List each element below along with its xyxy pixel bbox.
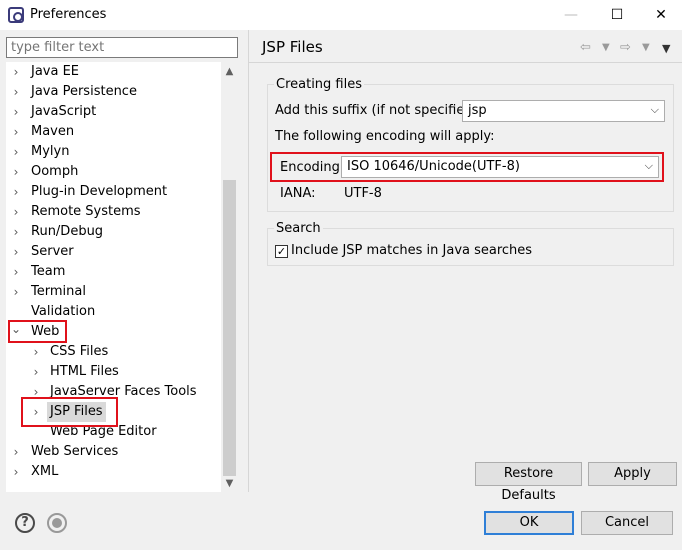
chevron-right-icon[interactable]: › (10, 82, 22, 102)
maximize-button[interactable]: ☐ (594, 0, 640, 30)
cancel-button[interactable]: Cancel (581, 511, 673, 535)
tree-item-label: Web Services (31, 444, 119, 459)
record-icon[interactable] (47, 513, 67, 533)
iana-label: IANA: (280, 186, 316, 201)
tree-item-label: Plug-in Development (31, 184, 168, 199)
chevron-right-icon[interactable]: › (10, 262, 22, 282)
tree-item-label: Mylyn (31, 144, 70, 159)
page-nav: ⇦ ▼ ⇨ ▼ ▼ (580, 40, 676, 56)
help-icon[interactable]: ? (15, 513, 35, 533)
tree-item-label: Remote Systems (31, 204, 141, 219)
forward-menu-icon[interactable]: ▼ (642, 42, 650, 53)
eclipse-app-icon (8, 7, 24, 23)
chevron-right-icon[interactable]: › (30, 362, 42, 382)
scroll-up-icon[interactable]: ▲ (221, 64, 238, 80)
filter-input[interactable] (6, 37, 238, 58)
view-menu-icon[interactable]: ▼ (662, 42, 670, 55)
chevron-down-icon: ⌵ (650, 103, 659, 116)
suffix-value: jsp (468, 103, 487, 118)
tree-item-label: Team (31, 264, 66, 279)
iana-value: UTF-8 (344, 186, 382, 201)
tree-item-label: Server (31, 244, 74, 259)
page-title: JSP Files (262, 38, 323, 56)
highlight-encoding (270, 152, 664, 182)
scroll-down-icon[interactable]: ▼ (221, 476, 238, 492)
ok-button[interactable]: OK (484, 511, 574, 535)
chevron-right-icon[interactable]: › (10, 222, 22, 242)
search-title: Search (274, 221, 323, 236)
tree-item-label: Oomph (31, 164, 79, 179)
chevron-right-icon[interactable]: › (10, 182, 22, 202)
minimize-button[interactable]: — (548, 0, 594, 30)
tree-item-label: CSS Files (50, 344, 109, 359)
apply-button[interactable]: Apply (588, 462, 677, 486)
chevron-right-icon[interactable]: › (10, 102, 22, 122)
close-button[interactable]: ✕ (638, 0, 682, 30)
encoding-note: The following encoding will apply: (275, 129, 495, 144)
tree-item-label: JavaScript (31, 104, 97, 119)
highlight-web (8, 320, 67, 343)
chevron-right-icon[interactable]: › (10, 162, 22, 182)
forward-icon[interactable]: ⇨ (620, 40, 631, 55)
include-jsp-label: Include JSP matches in Java searches (291, 243, 533, 258)
tree-item-label: Terminal (31, 284, 86, 299)
tree-item-label: XML (31, 464, 59, 479)
chevron-right-icon[interactable]: › (10, 462, 22, 482)
tree-item-label: Run/Debug (31, 224, 104, 239)
chevron-right-icon[interactable]: › (10, 202, 22, 222)
creating-files-title: Creating files (274, 77, 365, 92)
tree-item-label: Java Persistence (31, 84, 137, 99)
back-icon[interactable]: ⇦ (580, 40, 591, 55)
title-separator (249, 62, 682, 63)
chevron-right-icon[interactable]: › (10, 282, 22, 302)
chevron-right-icon[interactable]: › (10, 122, 22, 142)
tree-item-label: Java EE (31, 64, 80, 79)
suffix-label: Add this suffix (if not specified): (275, 103, 483, 118)
chevron-right-icon[interactable]: › (10, 62, 22, 82)
highlight-jsp-files (21, 397, 118, 427)
restore-defaults-button[interactable]: Restore Defaults (475, 462, 582, 503)
tree-scrollbar[interactable]: ▲ ▼ (221, 62, 238, 492)
chevron-right-icon[interactable]: › (10, 142, 22, 162)
preferences-tree: › Java EE › Java Persistence › JavaScrip… (6, 62, 238, 492)
tree-item-label: Maven (31, 124, 75, 139)
chevron-right-icon[interactable]: › (10, 242, 22, 262)
chevron-right-icon[interactable]: › (30, 342, 42, 362)
window-title: Preferences (30, 7, 107, 22)
tree-item-label: Validation (31, 304, 96, 319)
tree-item-label: HTML Files (50, 364, 119, 379)
suffix-combo[interactable]: jsp ⌵ (462, 100, 665, 122)
pane-divider[interactable] (248, 30, 249, 492)
scroll-thumb[interactable] (223, 180, 236, 476)
chevron-right-icon[interactable]: › (10, 442, 22, 462)
back-menu-icon[interactable]: ▼ (602, 42, 610, 53)
include-jsp-checkbox[interactable]: ✓ (275, 245, 288, 258)
title-bar: Preferences — ☐ ✕ (0, 0, 682, 30)
